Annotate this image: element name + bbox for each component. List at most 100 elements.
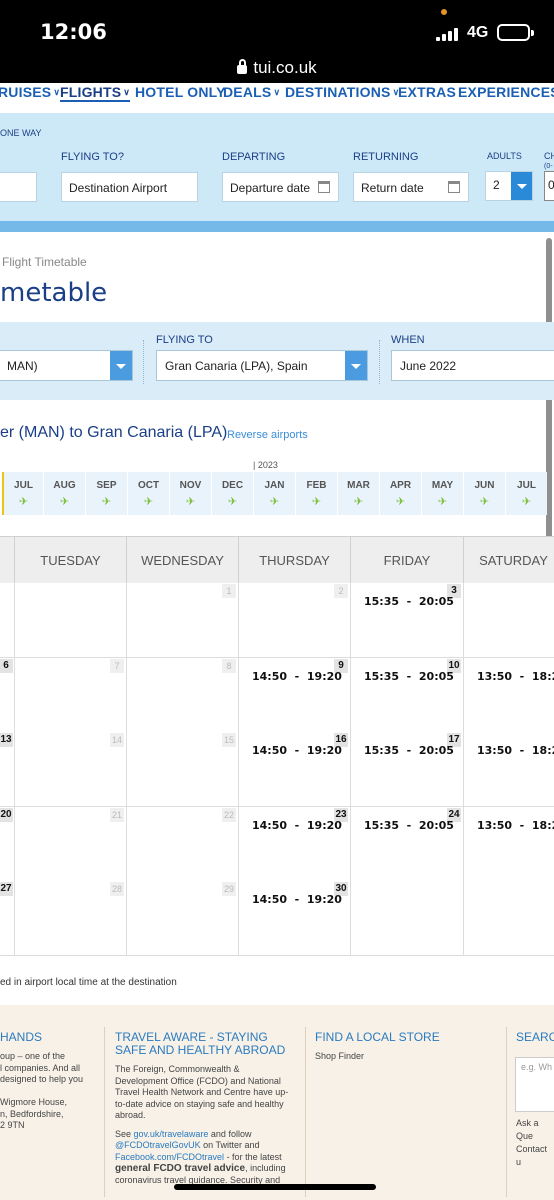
- plane-icon: ✈: [185, 496, 196, 508]
- flying-to-field[interactable]: Destination Airport: [61, 172, 198, 202]
- nav-item-cruises[interactable]: RUISES ∨: [0, 84, 60, 100]
- calendar-day-cell[interactable]: 13:50 - 18:20: [464, 657, 554, 733]
- day-header-friday: FRIDAY: [351, 536, 464, 583]
- breadcrumb[interactable]: Flight Timetable: [2, 255, 87, 269]
- departing-date-field[interactable]: Departure date: [222, 172, 339, 202]
- month-tab-dec[interactable]: DEC ✈: [212, 472, 253, 515]
- day-header-saturday: SATURDAY: [464, 536, 554, 583]
- month-strip: JUL ✈ AUG ✈ SEP ✈ OCT ✈ NOV ✈ DEC ✈ JAN ✈ FEB ✈ MAR ✈ APR ✈…: [0, 472, 554, 515]
- footer-search-input[interactable]: e.g. Wh: [515, 1057, 554, 1112]
- fcdo-facebook-link[interactable]: Facebook.com/FCDOtravel: [115, 1152, 224, 1162]
- day-number: 15: [222, 733, 236, 747]
- children-select[interactable]: 0: [544, 171, 554, 201]
- calendar-day-cell[interactable]: 3 15:35 - 20:05: [351, 583, 464, 658]
- shop-finder-link[interactable]: Shop Finder: [315, 1051, 364, 1061]
- flying-to-select[interactable]: Gran Canaria (LPA), Spain: [156, 350, 368, 381]
- nav-item-deals[interactable]: DEALS ∨: [223, 84, 280, 100]
- plane-icon: ✈: [479, 496, 490, 508]
- calendar-day-cell: 14: [15, 732, 127, 807]
- flight-times[interactable]: 14:50 - 19:20: [252, 819, 342, 832]
- lock-icon: [237, 59, 248, 74]
- when-label: WHEN: [391, 334, 425, 346]
- day-number: 22: [222, 807, 236, 822]
- address-bar[interactable]: tui.co.uk: [0, 58, 554, 78]
- battery-icon: [497, 24, 534, 41]
- home-indicator[interactable]: [174, 1184, 376, 1190]
- day-number: 8: [222, 658, 236, 673]
- calendar-day-cell: 8: [127, 657, 239, 733]
- flight-times[interactable]: 14:50 - 19:20: [252, 744, 342, 757]
- plane-icon: ✈: [101, 496, 112, 508]
- calendar-day-cell[interactable]: 17 15:35 - 20:05: [351, 732, 464, 807]
- calendar-day-cell: 27: [0, 881, 15, 956]
- month-tab-mar[interactable]: MAR ✈: [338, 472, 379, 515]
- month-tab-may[interactable]: MAY ✈: [422, 472, 463, 515]
- flight-times[interactable]: 14:50 - 19:20: [252, 893, 342, 906]
- day-number: 20: [0, 807, 13, 822]
- calendar-day-cell[interactable]: 30 14:50 - 19:20: [239, 881, 351, 956]
- flight-times[interactable]: 15:35 - 20:05: [364, 670, 454, 683]
- calendar-day-cell[interactable]: 16 14:50 - 19:20: [239, 732, 351, 807]
- flying-from-select[interactable]: MAN): [0, 350, 133, 381]
- month-tab-nov[interactable]: NOV ✈: [170, 472, 211, 515]
- plane-icon: ✈: [353, 496, 364, 508]
- month-tab-jul[interactable]: JUL ✈: [2, 472, 43, 515]
- plane-icon: ✈: [395, 496, 406, 508]
- flight-times[interactable]: 15:35 - 20:05: [364, 819, 454, 832]
- month-label: OCT: [137, 480, 160, 491]
- reverse-airports-link[interactable]: Reverse airports: [227, 429, 308, 441]
- one-way-option[interactable]: ONE WAY: [0, 128, 42, 138]
- main-nav: RUISES ∨ FLIGHTS ∨ HOTEL ONLY DEALS ∨ DESTI…: [0, 83, 554, 113]
- month-label: JUL: [517, 480, 536, 491]
- calendar-day-cell[interactable]: 13:50 - 18:20: [464, 806, 554, 882]
- month-tab-oct[interactable]: OCT ✈: [128, 472, 169, 515]
- month-label: JAN: [264, 480, 285, 491]
- day-number: 1: [222, 584, 236, 598]
- calendar-day-cell[interactable]: 10 15:35 - 20:05: [351, 657, 464, 733]
- nav-item-destinations[interactable]: DESTINATIONS ∨: [285, 84, 399, 100]
- fcdo-twitter-link[interactable]: @FCDOtravelGovUK: [115, 1140, 201, 1150]
- flight-search-panel: ONE WAY FLYING TO? Destination Airport D…: [0, 113, 554, 221]
- nav-item-experiences[interactable]: EXPERIENCES: [458, 84, 554, 100]
- flight-times[interactable]: 13:50 - 18:20: [477, 670, 554, 683]
- calendar-day-cell[interactable]: 9 14:50 - 19:20: [239, 657, 351, 733]
- month-tab-jun[interactable]: JUN ✈: [464, 472, 505, 515]
- gov-travelaware-link[interactable]: gov.uk/travelaware: [134, 1129, 209, 1139]
- timetable-filter-panel: MAN) FLYING TO Gran Canaria (LPA), Spain…: [0, 322, 554, 400]
- dropdown-arrow-icon: [345, 351, 367, 380]
- month-tab-feb[interactable]: FEB ✈: [296, 472, 337, 515]
- network-type: 4G: [467, 24, 489, 41]
- contact-us-link[interactable]: Contact u: [516, 1144, 547, 1167]
- nav-item-extras[interactable]: EXTRAS: [398, 84, 456, 100]
- month-tab-sep[interactable]: SEP ✈: [86, 472, 127, 515]
- returning-date-field[interactable]: Return date: [353, 172, 469, 202]
- nav-item-flights[interactable]: FLIGHTS ∨: [60, 84, 131, 102]
- calendar-day-cell[interactable]: 23 14:50 - 19:20: [239, 806, 351, 882]
- flight-times[interactable]: 15:35 - 20:05: [364, 595, 454, 608]
- flight-times[interactable]: 13:50 - 18:20: [477, 819, 554, 832]
- flying-from-field[interactable]: [0, 172, 37, 202]
- url-text: tui.co.uk: [253, 58, 317, 77]
- flight-times[interactable]: 13:50 - 18:20: [477, 744, 554, 757]
- page-title: metable: [0, 278, 108, 308]
- flight-times[interactable]: 14:50 - 19:20: [252, 670, 342, 683]
- adults-select[interactable]: 2: [485, 171, 533, 201]
- calendar-day-cell[interactable]: 24 15:35 - 20:05: [351, 806, 464, 882]
- chevron-down-icon: ∨: [123, 87, 131, 97]
- flight-times[interactable]: 15:35 - 20:05: [364, 744, 454, 757]
- ask-question-link[interactable]: Ask a Que: [516, 1118, 539, 1141]
- search-panel-bottom-bar: [0, 221, 554, 232]
- month-tab-apr[interactable]: APR ✈: [380, 472, 421, 515]
- calendar-day-cell: 21: [15, 806, 127, 882]
- plane-icon: ✈: [143, 496, 154, 508]
- year-marker: | 2023: [253, 460, 278, 470]
- calendar-day-cell: 29: [127, 881, 239, 956]
- footer-search-title: SEARCH: [516, 1030, 554, 1044]
- nav-item-hotel-only[interactable]: HOTEL ONLY: [135, 84, 226, 100]
- month-tab-aug[interactable]: AUG ✈: [44, 472, 85, 515]
- when-select[interactable]: June 2022: [391, 350, 554, 381]
- month-label: AUG: [53, 480, 76, 491]
- month-tab-jul[interactable]: JUL ✈: [506, 472, 547, 515]
- calendar-day-cell[interactable]: 13:50 - 18:20: [464, 732, 554, 807]
- month-tab-jan[interactable]: JAN ✈: [254, 472, 295, 515]
